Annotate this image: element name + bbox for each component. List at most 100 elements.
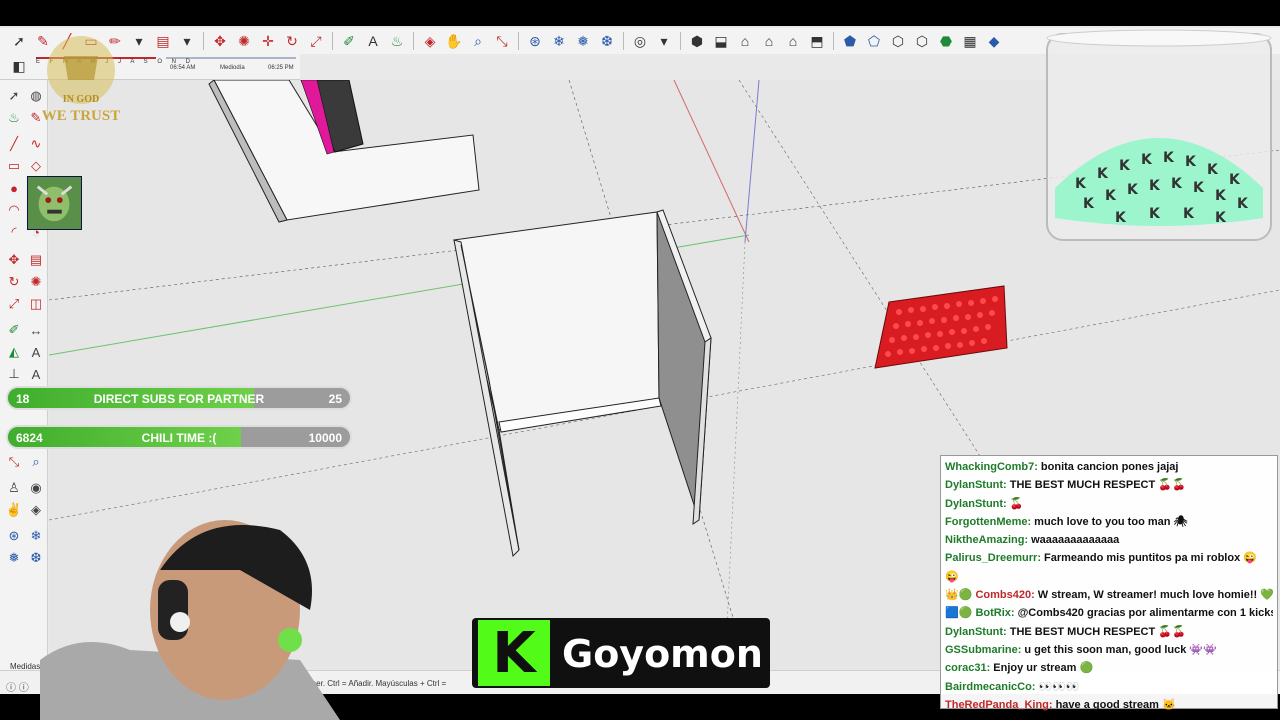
chat-username[interactable]: corac31: bbox=[945, 662, 990, 674]
two-point-arc-icon[interactable]: ◜ bbox=[4, 222, 24, 242]
monochrome-style-icon[interactable]: ▦ bbox=[959, 30, 981, 52]
chat-username[interactable]: Palirus_Dreemurr: bbox=[945, 552, 1041, 564]
front-view-icon[interactable]: ⌂ bbox=[734, 30, 756, 52]
goal-title: DIRECT SUBS FOR PARTNER bbox=[93, 392, 265, 406]
rotate-tool-icon[interactable]: ↻ bbox=[4, 272, 24, 292]
chat-username[interactable]: WhackingComb7: bbox=[945, 461, 1038, 473]
hidden-line-style-icon[interactable]: ⬡ bbox=[887, 30, 909, 52]
chat-message: GSSubmarine: u get this soon man, good lu… bbox=[945, 641, 1273, 659]
iso-view-icon[interactable]: ⬢ bbox=[686, 30, 708, 52]
scale-tool-icon[interactable]: ⤢ bbox=[4, 294, 24, 314]
zoom-tool-icon[interactable]: ⌕ bbox=[26, 452, 46, 472]
section-plane-icon[interactable]: ◎ bbox=[629, 30, 651, 52]
shaded-style-icon[interactable]: ⬡ bbox=[911, 30, 933, 52]
paint-tool-icon[interactable]: ♨ bbox=[4, 108, 24, 128]
layout-icon[interactable]: ❆ bbox=[596, 30, 618, 52]
goal-target: 25 bbox=[328, 392, 342, 406]
chat-username[interactable]: GSSubmarine: bbox=[945, 644, 1021, 656]
svg-text:K: K bbox=[1141, 152, 1153, 168]
eraser-icon[interactable]: ◧ bbox=[8, 56, 30, 78]
walk-tool-icon[interactable]: ✌ bbox=[4, 500, 24, 520]
chat-message: 😜 bbox=[945, 568, 1273, 586]
orbit-tool-icon[interactable]: ◈ bbox=[419, 30, 441, 52]
offset-tool-icon[interactable]: ◫ bbox=[26, 294, 46, 314]
chat-username[interactable]: TheRedPanda_King: bbox=[945, 699, 1053, 711]
arc-tool-icon[interactable]: ◠ bbox=[4, 200, 24, 220]
kick-logo-icon: K bbox=[478, 620, 550, 686]
wireframe-style-icon[interactable]: ⬠ bbox=[863, 30, 885, 52]
share-model-icon[interactable]: ❅ bbox=[572, 30, 594, 52]
zoom-extents-icon[interactable]: ⤡ bbox=[491, 30, 513, 52]
move-tool-icon[interactable]: ✥ bbox=[209, 30, 231, 52]
left-view-icon[interactable]: ⬒ bbox=[806, 30, 828, 52]
look-around-icon[interactable]: ◉ bbox=[26, 478, 46, 498]
extension-icon[interactable]: ❅ bbox=[4, 548, 24, 568]
chat-username[interactable]: NiktheAmazing: bbox=[945, 534, 1028, 546]
push-pull-tool-icon[interactable]: ▤ bbox=[26, 250, 46, 270]
select-tool-icon[interactable]: ➚ bbox=[8, 30, 30, 52]
svg-text:K: K bbox=[1149, 178, 1161, 194]
shaded-textures-style-icon[interactable]: ⬣ bbox=[935, 30, 957, 52]
follow-me-tool-icon[interactable]: ✺ bbox=[26, 272, 46, 292]
style-extra-icon[interactable]: ◆ bbox=[983, 30, 1005, 52]
section-dropdown-icon[interactable]: ▾ bbox=[653, 30, 675, 52]
warehouse-icon[interactable]: ⊛ bbox=[4, 526, 24, 546]
l-shaped-panel bbox=[208, 80, 480, 223]
text-tool-icon[interactable]: A bbox=[362, 30, 384, 52]
push-pull-tool-icon[interactable]: ▤ bbox=[152, 30, 174, 52]
shape2-dropdown-icon[interactable]: ▾ bbox=[176, 30, 198, 52]
right-view-icon[interactable]: ⌂ bbox=[758, 30, 780, 52]
chat-username[interactable]: 🟦🟢 BotRix: bbox=[945, 607, 1015, 619]
chat-message: BairdmecanicCo: 👀👀👀 bbox=[945, 678, 1273, 696]
move-arrows-icon[interactable]: ✛ bbox=[257, 30, 279, 52]
3d-text-tool-icon[interactable]: A bbox=[26, 364, 46, 384]
channel-name: Goyomon bbox=[562, 632, 763, 676]
top-view-icon[interactable]: ⬓ bbox=[710, 30, 732, 52]
xray-style-icon[interactable]: ⬟ bbox=[839, 30, 861, 52]
chat-username[interactable]: 😜 bbox=[945, 571, 959, 583]
chat-text: have a good stream 🐱 bbox=[1055, 698, 1176, 711]
rotated-rect-tool-icon[interactable]: ◇ bbox=[26, 156, 46, 176]
chat-username[interactable]: DylanStunt: bbox=[945, 498, 1007, 510]
chat-username[interactable]: 👑🟢 Combs420: bbox=[945, 589, 1035, 601]
chat-username[interactable]: DylanStunt: bbox=[945, 626, 1007, 638]
select-tool-icon[interactable]: ➚ bbox=[4, 86, 24, 106]
move-tool-icon[interactable]: ✥ bbox=[4, 250, 24, 270]
svg-text:K: K bbox=[1185, 154, 1197, 170]
zoom-tool-icon[interactable]: ⌕ bbox=[467, 30, 489, 52]
chat-username[interactable]: DylanStunt: bbox=[945, 479, 1007, 491]
avatar bbox=[27, 176, 82, 230]
paint-bucket-icon[interactable]: ♨ bbox=[386, 30, 408, 52]
status-info-icon[interactable]: ⓘ ⓘ bbox=[6, 679, 29, 694]
axes-tool-icon[interactable]: ⊥ bbox=[4, 364, 24, 384]
shape-dropdown-icon[interactable]: ▾ bbox=[128, 30, 150, 52]
freehand-tool-icon[interactable]: ∿ bbox=[26, 134, 46, 154]
svg-text:K: K bbox=[1215, 210, 1227, 226]
tape-measure-icon[interactable]: ✐ bbox=[338, 30, 360, 52]
circle-tool-icon[interactable]: ● bbox=[4, 178, 24, 198]
line-tool-icon[interactable]: ╱ bbox=[4, 134, 24, 154]
svg-text:K: K bbox=[1163, 150, 1175, 166]
zoom-extents-icon[interactable]: ⤡ bbox=[4, 452, 24, 472]
pan-tool-icon[interactable]: ✋ bbox=[443, 30, 465, 52]
svg-text:K: K bbox=[1237, 196, 1249, 212]
chat-message: NiktheAmazing: waaaaaaaaaaaaa bbox=[945, 531, 1273, 549]
back-view-icon[interactable]: ⌂ bbox=[782, 30, 804, 52]
chat-username[interactable]: ForgottenMeme: bbox=[945, 516, 1031, 528]
position-camera-icon[interactable]: ♙ bbox=[4, 478, 24, 498]
shadow-time-end: 06:25 PM bbox=[268, 65, 294, 71]
scale-tool-icon[interactable]: ⤢ bbox=[305, 30, 327, 52]
text-tool-icon[interactable]: A bbox=[26, 342, 46, 362]
rotate-tool-icon[interactable]: ↻ bbox=[281, 30, 303, 52]
tape-measure-icon[interactable]: ✐ bbox=[4, 320, 24, 340]
protractor-icon[interactable]: ◭ bbox=[4, 342, 24, 362]
svg-text:K: K bbox=[1083, 196, 1095, 212]
extension-warehouse-icon[interactable]: ❄ bbox=[548, 30, 570, 52]
chat-text: THE BEST MUCH RESPECT 🍒🍒 bbox=[1009, 479, 1186, 492]
rectangle-tool-icon[interactable]: ▭ bbox=[4, 156, 24, 176]
follow-me-tool-icon[interactable]: ✺ bbox=[233, 30, 255, 52]
warehouse-icon[interactable]: ⊛ bbox=[524, 30, 546, 52]
top-letterbox bbox=[0, 0, 1280, 26]
chat-username[interactable]: BairdmecanicCo: bbox=[945, 681, 1035, 693]
dimension-tool-icon[interactable]: ↔ bbox=[26, 320, 46, 340]
